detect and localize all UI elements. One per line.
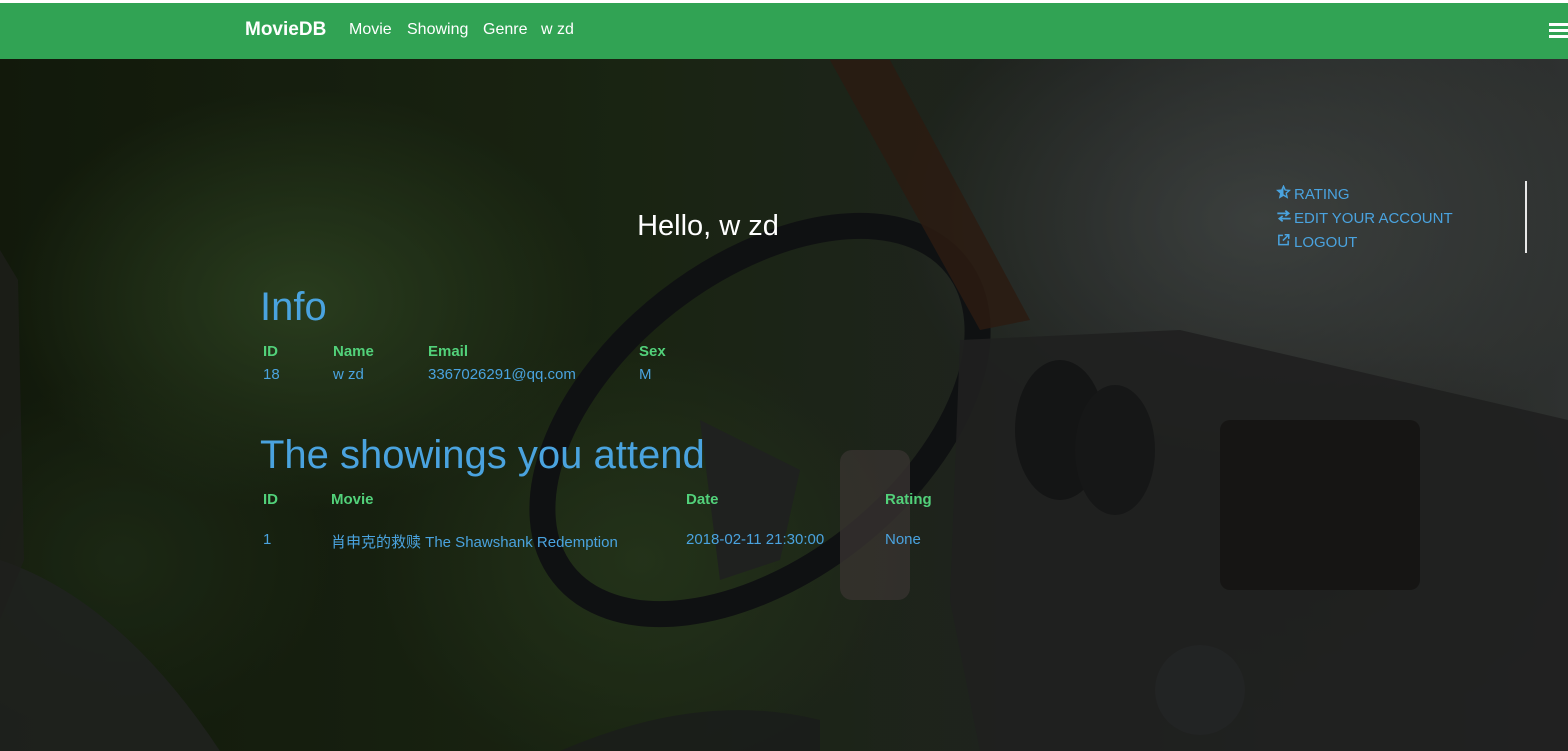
nav-link-genre[interactable]: Genre [483, 21, 527, 39]
info-value-id: 18 [263, 366, 280, 383]
showings-header-date: Date [686, 491, 719, 508]
showings-header-rating: Rating [885, 491, 932, 508]
info-value-sex: M [639, 366, 652, 383]
logout-link[interactable]: LOGOUT [1276, 230, 1453, 254]
background-image [0, 0, 1568, 751]
navbar: MovieDB Movie Showing Genre w zd [0, 3, 1568, 59]
edit-account-label: EDIT YOUR ACCOUNT [1294, 210, 1453, 227]
info-header-id: ID [263, 343, 278, 360]
showing-id: 1 [263, 531, 272, 548]
showings-header-movie: Movie [331, 491, 374, 508]
info-header-name: Name [333, 343, 374, 360]
brand-link[interactable]: MovieDB [245, 19, 326, 41]
exchange-icon [1276, 206, 1294, 230]
info-value-name: w zd [333, 366, 364, 383]
greeting-title: Hello, w zd [637, 210, 779, 242]
showing-movie-link[interactable]: 肖申克的救赎 The Shawshank Redemption [331, 531, 618, 552]
showing-rating: None [885, 531, 921, 548]
rating-link[interactable]: RATING [1275, 182, 1453, 206]
info-header-sex: Sex [639, 343, 666, 360]
nav-link-user[interactable]: w zd [541, 21, 574, 39]
nav-link-showing[interactable]: Showing [407, 21, 468, 39]
hamburger-icon[interactable] [1549, 23, 1568, 39]
account-menu: RATING EDIT YOUR ACCOUNT LOGOUT [1275, 182, 1453, 254]
info-header-email: Email [428, 343, 469, 360]
info-heading: Info [260, 285, 327, 329]
star-icon [1275, 182, 1294, 206]
showings-header-id: ID [263, 491, 278, 508]
showing-date: 2018-02-11 21:30:00 [686, 531, 825, 548]
edit-account-link[interactable]: EDIT YOUR ACCOUNT [1276, 206, 1453, 230]
showings-heading: The showings you attend [260, 433, 705, 477]
rating-label: RATING [1294, 186, 1350, 203]
logout-label: LOGOUT [1294, 234, 1358, 251]
external-link-icon [1276, 230, 1294, 254]
menu-divider [1525, 181, 1527, 253]
info-value-email: 3367026291@qq.com [428, 366, 576, 383]
nav-link-movie[interactable]: Movie [349, 21, 392, 39]
